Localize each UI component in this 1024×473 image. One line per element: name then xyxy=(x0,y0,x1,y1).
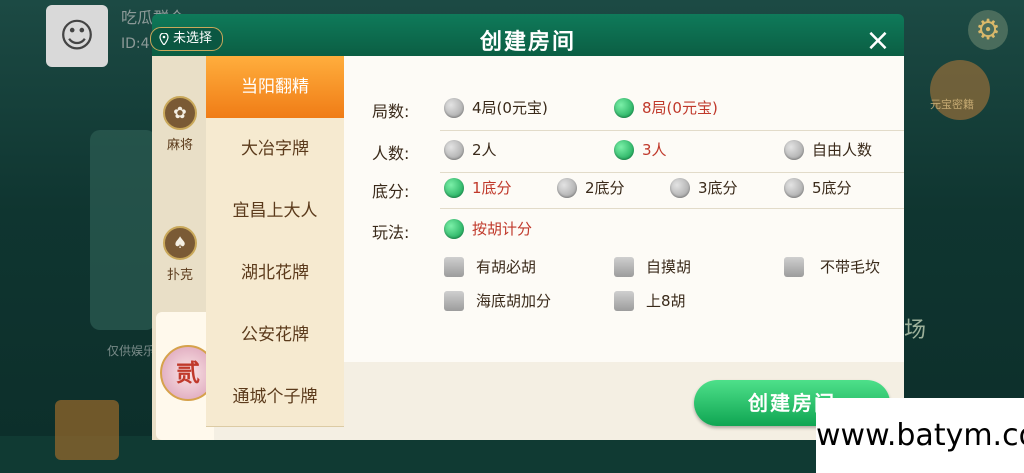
category-poker[interactable]: ♠ 扑克 xyxy=(152,226,208,283)
option-label: 2底分 xyxy=(585,179,625,197)
game-item-tongcheng[interactable]: 通城个子牌 xyxy=(206,366,344,427)
shop-cart-icon[interactable] xyxy=(55,400,119,460)
game-list: 当阳翻精 大冶字牌 宜昌上大人 湖北花牌 公安花牌 通城个子牌 xyxy=(206,56,344,440)
base-score-label: 底分: xyxy=(372,182,410,201)
user-id: ID:4 xyxy=(121,36,150,52)
disclaimer-text: 仅供娱乐 xyxy=(107,344,156,358)
option-label: 不带毛坎 xyxy=(820,258,881,276)
checkbox-icon xyxy=(444,256,464,277)
base-option-3[interactable]: 3底分 xyxy=(670,177,738,198)
radio-selected-icon xyxy=(444,218,464,239)
players-option-free[interactable]: 自由人数 xyxy=(784,139,872,160)
spade-icon: ♠ xyxy=(163,226,197,260)
gear-icon[interactable]: ⚙ xyxy=(968,10,1008,50)
game-item-yichang[interactable]: 宜昌上大人 xyxy=(206,180,344,243)
option-label: 有胡必胡 xyxy=(476,258,537,276)
check-eight-hu[interactable]: 上8胡 xyxy=(614,290,686,311)
check-self-draw[interactable]: 自摸胡 xyxy=(614,256,691,277)
rounds-label: 局数: xyxy=(372,102,410,121)
checkbox-icon xyxy=(784,256,804,277)
players-label: 人数: xyxy=(372,144,410,163)
option-label: 3人 xyxy=(642,141,667,159)
category-mahjong[interactable]: ✿ 麻将 xyxy=(152,96,208,153)
base-option-1[interactable]: 1底分 xyxy=(444,177,512,198)
treasure-label: 元宝密籍 xyxy=(930,98,974,111)
option-label: 海底胡加分 xyxy=(476,292,552,310)
radio-icon xyxy=(784,139,804,160)
rules-label: 玩法: xyxy=(372,223,410,242)
base-option-5[interactable]: 5底分 xyxy=(784,177,852,198)
category-label: 麻将 xyxy=(166,138,193,153)
option-label: 8局(0元宝) xyxy=(642,99,718,117)
checkbox-icon xyxy=(614,256,634,277)
players-option-3[interactable]: 3人 xyxy=(614,139,667,160)
option-label: 3底分 xyxy=(698,179,738,197)
game-item-daye[interactable]: 大冶字牌 xyxy=(206,118,344,181)
option-label: 1底分 xyxy=(472,179,512,197)
check-no-maokan[interactable]: 不带毛坎 xyxy=(784,256,880,277)
close-button[interactable]: × xyxy=(858,26,898,56)
option-label: 上8胡 xyxy=(646,292,686,310)
game-item-dangyang[interactable]: 当阳翻精 xyxy=(206,56,344,119)
players-option-2[interactable]: 2人 xyxy=(444,139,497,160)
rounds-option-8[interactable]: 8局(0元宝) xyxy=(614,97,718,118)
divider xyxy=(440,130,904,131)
option-label: 5底分 xyxy=(812,179,852,197)
radio-icon xyxy=(784,177,804,198)
avatar[interactable]: ☺ xyxy=(46,5,108,67)
radio-icon xyxy=(557,177,577,198)
radio-icon xyxy=(670,177,690,198)
background-card xyxy=(90,130,156,330)
option-label: 自摸胡 xyxy=(646,258,692,276)
field-text: 场 xyxy=(904,318,927,343)
divider xyxy=(440,208,904,209)
radio-selected-icon xyxy=(444,177,464,198)
radio-selected-icon xyxy=(614,139,634,160)
checkbox-icon xyxy=(614,290,634,311)
category-label: 扑克 xyxy=(166,268,193,283)
option-label: 4局(0元宝) xyxy=(472,99,548,117)
mahjong-icon: ✿ xyxy=(163,96,197,130)
divider xyxy=(440,172,904,173)
location-pin-icon xyxy=(159,33,169,45)
option-label: 2人 xyxy=(472,141,497,159)
watermark: www.batym.com xyxy=(816,398,1024,473)
radio-selected-icon xyxy=(614,97,634,118)
location-label: 未选择 xyxy=(173,31,213,46)
radio-icon xyxy=(444,139,464,160)
rules-option-hu-score[interactable]: 按胡计分 xyxy=(444,218,532,239)
option-label: 自由人数 xyxy=(812,141,873,159)
game-item-hubei[interactable]: 湖北花牌 xyxy=(206,242,344,305)
check-seabed-bonus[interactable]: 海底胡加分 xyxy=(444,290,551,311)
option-label: 按胡计分 xyxy=(472,220,533,238)
check-must-hu[interactable]: 有胡必胡 xyxy=(444,256,536,277)
radio-icon xyxy=(444,97,464,118)
checkbox-icon xyxy=(444,290,464,311)
location-badge[interactable]: 未选择 xyxy=(150,27,224,51)
dialog-title: 创建房间 xyxy=(479,30,576,55)
base-option-2[interactable]: 2底分 xyxy=(557,177,625,198)
game-item-gongan[interactable]: 公安花牌 xyxy=(206,304,344,367)
rounds-option-4[interactable]: 4局(0元宝) xyxy=(444,97,548,118)
